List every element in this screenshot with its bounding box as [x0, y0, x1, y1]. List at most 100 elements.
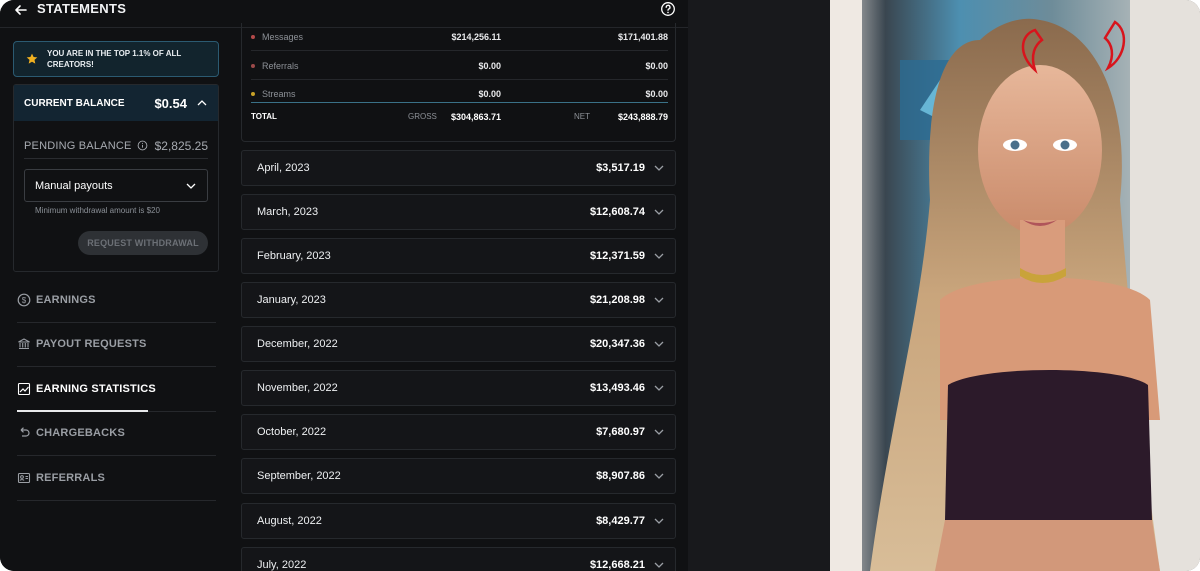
streams-dot [251, 92, 255, 96]
payout-method-value: Manual payouts [35, 179, 113, 192]
net-label: NET [574, 112, 590, 121]
month-name: April, 2023 [257, 162, 310, 174]
month-statement-row[interactable]: January, 2023 $21,208.98 [241, 282, 676, 318]
summary-row-name: Streams [262, 89, 296, 99]
current-balance-value: $0.54 [154, 95, 187, 111]
summary-row-net: $0.00 [645, 89, 668, 99]
month-amount: $12,371.59 [589, 250, 645, 262]
month-amount: $12,608.74 [589, 206, 645, 218]
request-withdrawal-button[interactable]: REQUEST WITHDRAWAL [78, 231, 208, 255]
sidebar: YOU ARE IN THE TOP 1.1% OF ALL CREATORS!… [0, 28, 230, 571]
month-amount: $8,907.86 [596, 470, 645, 482]
month-amount: $3,517.19 [596, 162, 645, 174]
chevron-down-icon [654, 385, 664, 391]
chevron-down-icon [654, 297, 664, 303]
chevron-down-icon [654, 165, 664, 171]
month-statement-row[interactable]: April, 2023 $3,517.19 [241, 150, 676, 186]
balance-card: CURRENT BALANCE $0.54 PENDING BALANCE $2… [13, 84, 219, 272]
dollar-circle-icon: $ [17, 293, 31, 307]
statements-nav: $ EARNINGS PAYOUT REQUESTS EARNING STATI… [17, 278, 216, 501]
bank-icon [18, 338, 30, 350]
summary-row-name: Referrals [262, 60, 299, 71]
help-icon[interactable] [660, 1, 676, 17]
pending-balance-value: $2,825.25 [154, 138, 208, 153]
chevron-down-icon [654, 562, 664, 568]
summary-row: Messages $214,256.11 $171,401.88 [251, 23, 668, 51]
month-statement-row[interactable]: March, 2023 $12,608.74 [241, 194, 676, 230]
total-label: TOTAL [251, 112, 277, 121]
month-name: February, 2023 [257, 250, 331, 262]
month-statement-row[interactable]: August, 2022 $8,429.77 [241, 503, 676, 539]
pending-balance-label: PENDING BALANCE [24, 139, 132, 152]
month-name: September, 2022 [257, 470, 341, 482]
month-amount: $8,429.77 [596, 515, 645, 527]
nav-payout-requests-label: PAYOUT REQUESTS [36, 338, 147, 351]
month-name: July, 2022 [257, 559, 307, 571]
summary-row-net: $171,401.88 [617, 31, 668, 42]
summary-row-net: $0.00 [645, 60, 668, 71]
statements-main: Messages $214,256.11 $171,401.88 Referra… [241, 23, 676, 571]
back-arrow-icon[interactable] [13, 2, 29, 18]
chevron-up-icon[interactable] [196, 97, 208, 109]
svg-text:$: $ [22, 296, 27, 305]
month-name: December, 2022 [257, 338, 338, 350]
month-statement-row[interactable]: July, 2022 $12,668.21 [241, 547, 676, 571]
chevron-down-icon [654, 209, 664, 215]
month-amount: $12,668.21 [589, 559, 645, 571]
nav-earnings[interactable]: $ EARNINGS [17, 278, 216, 323]
empty-dark-panel [688, 0, 830, 571]
month-name: March, 2023 [257, 206, 319, 218]
summary-row: Referrals $0.00 $0.00 [251, 52, 668, 80]
chart-icon [17, 382, 31, 395]
gross-label: GROSS [408, 112, 437, 121]
month-statement-row[interactable]: November, 2022 $13,493.46 [241, 370, 676, 406]
month-name: October, 2022 [257, 426, 327, 438]
nav-referrals-label: REFERRALS [36, 471, 106, 484]
month-statement-row[interactable]: September, 2022 $8,907.86 [241, 458, 676, 494]
month-amount: $20,347.36 [589, 338, 645, 350]
top-creator-banner: YOU ARE IN THE TOP 1.1% OF ALL CREATORS! [13, 41, 219, 77]
nav-referrals[interactable]: REFERRALS [17, 456, 216, 501]
pending-balance-row: PENDING BALANCE $2,825.25 [24, 133, 208, 159]
summary-row-name: Messages [262, 31, 304, 42]
gross-total-value: $304,863.71 [450, 111, 501, 122]
nav-earnings-label: EARNINGS [36, 293, 96, 306]
undo-icon [20, 427, 30, 437]
photo-illustration [830, 0, 1200, 571]
nav-earning-statistics-label: EARNING STATISTICS [36, 382, 156, 395]
month-amount: $13,493.46 [589, 382, 645, 394]
month-name: November, 2022 [257, 382, 338, 394]
nav-chargebacks[interactable]: CHARGEBACKS [17, 412, 216, 456]
current-balance-label: CURRENT BALANCE [24, 97, 125, 109]
referrals-dot [251, 63, 255, 68]
nav-chargebacks-label: CHARGEBACKS [36, 427, 125, 440]
info-icon[interactable] [137, 140, 148, 151]
payout-method-select[interactable]: Manual payouts [24, 169, 208, 202]
net-total-value: $243,888.79 [617, 111, 668, 122]
chevron-down-icon [186, 183, 196, 189]
chevron-down-icon [654, 341, 664, 347]
summary-row-gross: $0.00 [478, 89, 501, 99]
month-statement-row[interactable]: February, 2023 $12,371.59 [241, 238, 676, 274]
nav-earning-statistics[interactable]: EARNING STATISTICS [17, 367, 216, 412]
month-statement-row[interactable]: December, 2022 $20,347.36 [241, 326, 676, 362]
chevron-down-icon [654, 253, 664, 259]
summary-total-row: TOTAL GROSS $304,863.71 NET $243,888.79 [251, 102, 668, 130]
month-amount: $21,208.98 [589, 294, 645, 306]
summary-row-gross: $0.00 [478, 60, 501, 71]
id-card-icon [17, 472, 31, 483]
star-icon [26, 53, 38, 64]
page-title: STATEMENTS [37, 1, 127, 16]
min-withdrawal-note: Minimum withdrawal amount is $20 [35, 206, 160, 215]
nav-payout-requests[interactable]: PAYOUT REQUESTS [17, 323, 216, 367]
messages-dot [251, 34, 255, 39]
month-statement-row[interactable]: October, 2022 $7,680.97 [241, 414, 676, 450]
statements-app: STATEMENTS YOU ARE IN THE TOP 1.1% OF AL… [0, 0, 688, 571]
chevron-down-icon [654, 473, 664, 479]
current-balance-header[interactable]: CURRENT BALANCE $0.54 [14, 85, 218, 121]
month-amount: $7,680.97 [596, 426, 645, 438]
month-name: August, 2022 [257, 515, 322, 527]
earnings-summary: Messages $214,256.11 $171,401.88 Referra… [241, 23, 676, 142]
month-name: January, 2023 [257, 294, 326, 306]
chevron-down-icon [654, 518, 664, 524]
